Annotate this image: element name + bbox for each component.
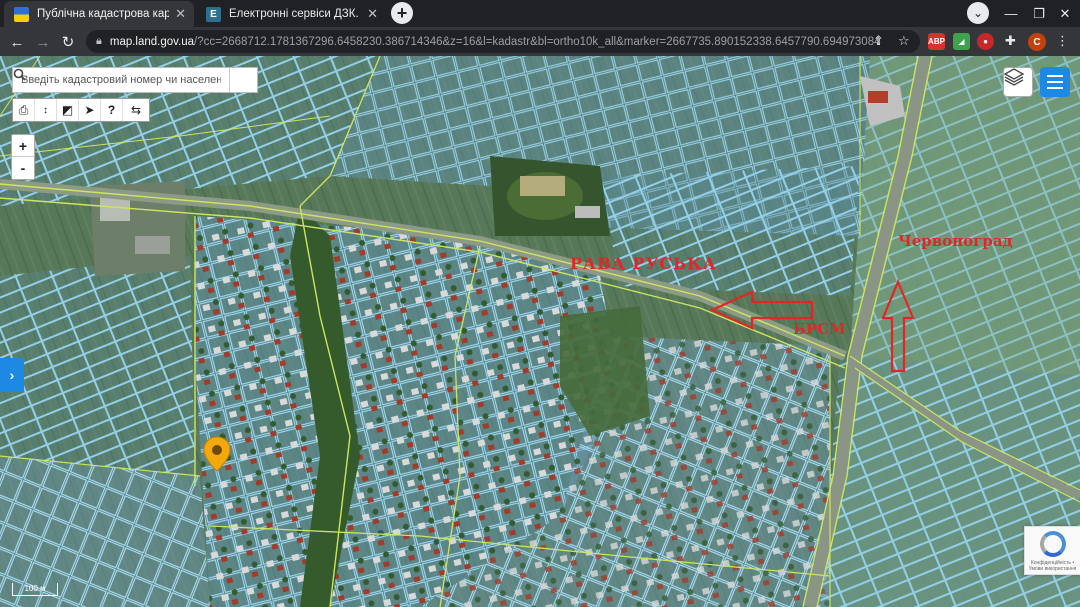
zoom-out-button[interactable]: - [12, 157, 34, 179]
close-icon[interactable]: ✕ [367, 6, 378, 22]
label-rava-ruska: РАВА РУСЬКА [570, 254, 717, 273]
address-bar[interactable]: 🔒︎ map.land.gov.ua/?cc=2668712.178136729… [86, 30, 920, 53]
search-button[interactable] [13, 68, 257, 92]
browser-tab-strip: Публічна кадастрова карта Укр ✕ E Електр… [0, 0, 1080, 27]
sidebar-toggle-chevron-icon[interactable]: › [0, 358, 24, 392]
back-arrow-icon[interactable]: ← [6, 31, 28, 53]
bookmark-star-icon[interactable]: ☆ [898, 33, 910, 49]
adblock-extension-icon[interactable]: ABP [928, 33, 945, 50]
menu-bar [1047, 75, 1063, 77]
tab-e-services[interactable]: E Електронні сервіси ДЗК. Витяг п ✕ [196, 1, 386, 27]
zoom-control: + - [11, 134, 35, 180]
green-extension-icon[interactable]: ◢ [953, 33, 970, 50]
e-letter-icon: E [206, 6, 221, 22]
map-viewport[interactable]: РАВА РУСЬКА Червоноград БРСМ ⎙ ↕ ◩ ➤ ? ⇆… [0, 56, 1080, 607]
cadastral-search-box [12, 67, 258, 93]
recaptcha-text: Конфіденційність • Умови використання [1028, 560, 1077, 572]
satellite-map [0, 56, 1080, 607]
zoom-in-button[interactable]: + [12, 135, 34, 157]
browser-toolbar: ← → ↻ 🔒︎ map.land.gov.ua/?cc=2668712.178… [0, 27, 1080, 56]
minimize-button[interactable]: — [996, 0, 1026, 27]
share-icon[interactable]: ⇆ [123, 99, 149, 121]
address-path: /?cc=2668712.1781367296.6458230.38671434… [194, 35, 881, 48]
layers-button[interactable] [1003, 67, 1033, 97]
layers-icon [1004, 68, 1024, 86]
lock-icon: 🔒︎ [96, 35, 102, 47]
menu-bar [1047, 87, 1063, 89]
ua-flag-icon [14, 6, 29, 22]
tab-title: Публічна кадастрова карта Укр [37, 8, 170, 20]
label-chervonohrad: Червоноград [898, 232, 1013, 250]
close-icon[interactable]: ✕ [175, 6, 186, 22]
address-host: map.land.gov.ua [109, 35, 195, 48]
recaptcha-icon [1039, 531, 1066, 557]
map-tools: ⎙ ↕ ◩ ➤ ? ⇆ [12, 98, 150, 122]
help-icon[interactable]: ? [101, 99, 123, 121]
forward-arrow-icon[interactable]: → [32, 31, 54, 53]
search-icon [13, 68, 26, 81]
cadastral-search-input[interactable] [13, 68, 229, 92]
scale-bar: 100 м [12, 583, 58, 596]
close-window-button[interactable]: ✕ [1050, 0, 1080, 27]
print-icon[interactable]: ⎙ [13, 99, 35, 121]
tab-search-button[interactable]: ⌄ [967, 2, 989, 24]
measure-distance-icon[interactable]: ↕ [35, 99, 57, 121]
profile-avatar[interactable]: C [1028, 33, 1046, 51]
measure-area-icon[interactable]: ◩ [57, 99, 79, 121]
red-circle-extension-icon[interactable]: ● [977, 33, 994, 50]
reload-icon[interactable]: ↻ [57, 31, 79, 53]
tab-cadastral-map[interactable]: Публічна кадастрова карта Укр ✕ [4, 1, 194, 27]
tab-title: Електронні сервіси ДЗК. Витяг п [229, 8, 361, 20]
extensions-puzzle-icon[interactable]: ✚ [1005, 33, 1016, 49]
recaptcha-badge[interactable]: Конфіденційність • Умови використання [1024, 526, 1080, 575]
pointer-icon[interactable]: ➤ [79, 99, 101, 121]
new-tab-button[interactable]: + [391, 2, 413, 24]
hamburger-menu-button[interactable] [1040, 67, 1070, 97]
more-menu-icon[interactable]: ⋮ [1056, 33, 1069, 49]
share-page-icon[interactable]: ⇪ [873, 33, 884, 49]
label-brsm: БРСМ [793, 320, 846, 338]
menu-bar [1047, 81, 1063, 83]
